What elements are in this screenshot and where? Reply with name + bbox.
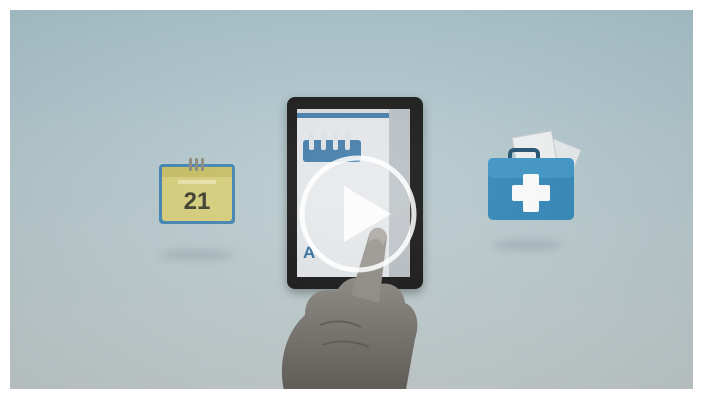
play-button[interactable] [297, 153, 419, 275]
calendar-day-number: 21 [183, 188, 211, 215]
medical-kit-icon [476, 128, 596, 224]
play-icon [299, 155, 417, 273]
video-player[interactable]: 21 A [10, 10, 693, 389]
screen-header-bar [297, 113, 389, 118]
calendar-icon: 21 [158, 158, 236, 224]
medical-kit-shadow [492, 240, 562, 250]
calendar-shadow [160, 250, 234, 260]
video-frame: 21 A [0, 0, 703, 397]
